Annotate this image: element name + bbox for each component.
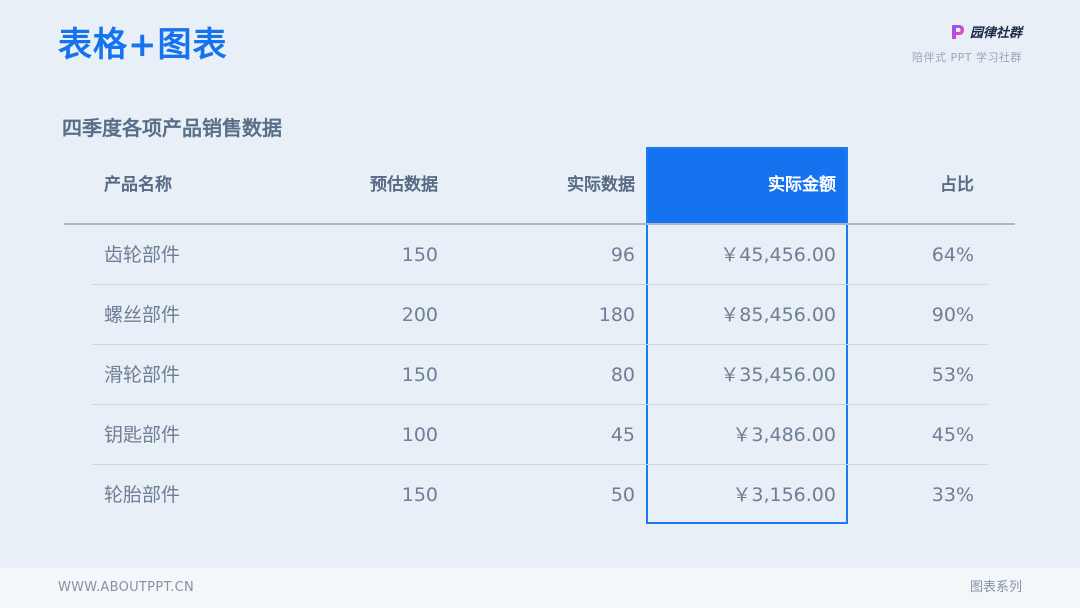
cell-ratio: 53% <box>931 364 974 386</box>
table-body: 齿轮部件 150 96 ￥45,456.00 64% 螺丝部件 200 180 … <box>64 225 1015 525</box>
cell-estimate: 100 <box>401 424 438 446</box>
cell-ratio: 90% <box>931 304 974 326</box>
cell-estimate: 150 <box>401 244 438 266</box>
table-row: 滑轮部件 150 80 ￥35,456.00 53% <box>64 345 1015 405</box>
footer-series: 图表系列 <box>969 580 1022 595</box>
cell-estimate: 150 <box>401 364 438 386</box>
cell-ratio: 64% <box>931 244 974 266</box>
column-header-amount: 实际金额 <box>768 175 836 195</box>
table-row: 螺丝部件 200 180 ￥85,456.00 90% <box>64 285 1015 345</box>
cell-product: 螺丝部件 <box>104 304 181 326</box>
table-row: 齿轮部件 150 96 ￥45,456.00 64% <box>64 225 1015 285</box>
column-header-estimate: 预估数据 <box>370 175 438 195</box>
cell-actual: 96 <box>610 244 635 266</box>
cell-product: 钥匙部件 <box>104 424 181 446</box>
table-caption: 四季度各项产品销售数据 <box>62 116 282 140</box>
sales-table: 产品名称 预估数据 实际数据 实际金额 占比 齿轮部件 150 96 ￥45,4… <box>64 147 1015 525</box>
footer-website: WWW.ABOUTPPT.CN <box>58 580 194 595</box>
cell-estimate: 200 <box>401 304 438 326</box>
cell-product: 轮胎部件 <box>104 484 181 506</box>
brand-row: 园律社群 <box>802 22 1022 41</box>
page-title: 表格+图表 <box>58 25 228 65</box>
cell-actual: 50 <box>610 484 635 506</box>
cell-ratio: 33% <box>931 484 974 506</box>
cell-actual: 180 <box>598 304 635 326</box>
cell-amount: ￥45,456.00 <box>720 244 836 266</box>
brand-block: 园律社群 陪伴式 PPT 学习社群 <box>802 22 1022 65</box>
cell-product: 齿轮部件 <box>104 244 181 266</box>
column-header-ratio: 占比 <box>940 175 974 195</box>
cell-amount: ￥85,456.00 <box>720 304 836 326</box>
footer-bar: WWW.ABOUTPPT.CN 图表系列 <box>0 568 1080 608</box>
cell-ratio: 45% <box>931 424 974 446</box>
cell-actual: 45 <box>610 424 635 446</box>
cell-estimate: 150 <box>401 484 438 506</box>
cell-amount: ￥3,486.00 <box>732 424 836 446</box>
cell-actual: 80 <box>610 364 635 386</box>
cell-amount: ￥35,456.00 <box>720 364 836 386</box>
cell-amount: ￥3,156.00 <box>732 484 836 506</box>
table-row: 轮胎部件 150 50 ￥3,156.00 33% <box>64 465 1015 525</box>
column-header-product: 产品名称 <box>104 175 172 195</box>
column-header-actual: 实际数据 <box>567 175 635 195</box>
cell-product: 滑轮部件 <box>104 364 181 386</box>
table-header-row: 产品名称 预估数据 实际数据 实际金额 占比 <box>64 147 1015 223</box>
table-row: 钥匙部件 100 45 ￥3,486.00 45% <box>64 405 1015 465</box>
p-logo-icon <box>949 23 967 41</box>
brand-name: 园律社群 <box>969 26 1022 41</box>
brand-tagline: 陪伴式 PPT 学习社群 <box>912 51 1022 64</box>
